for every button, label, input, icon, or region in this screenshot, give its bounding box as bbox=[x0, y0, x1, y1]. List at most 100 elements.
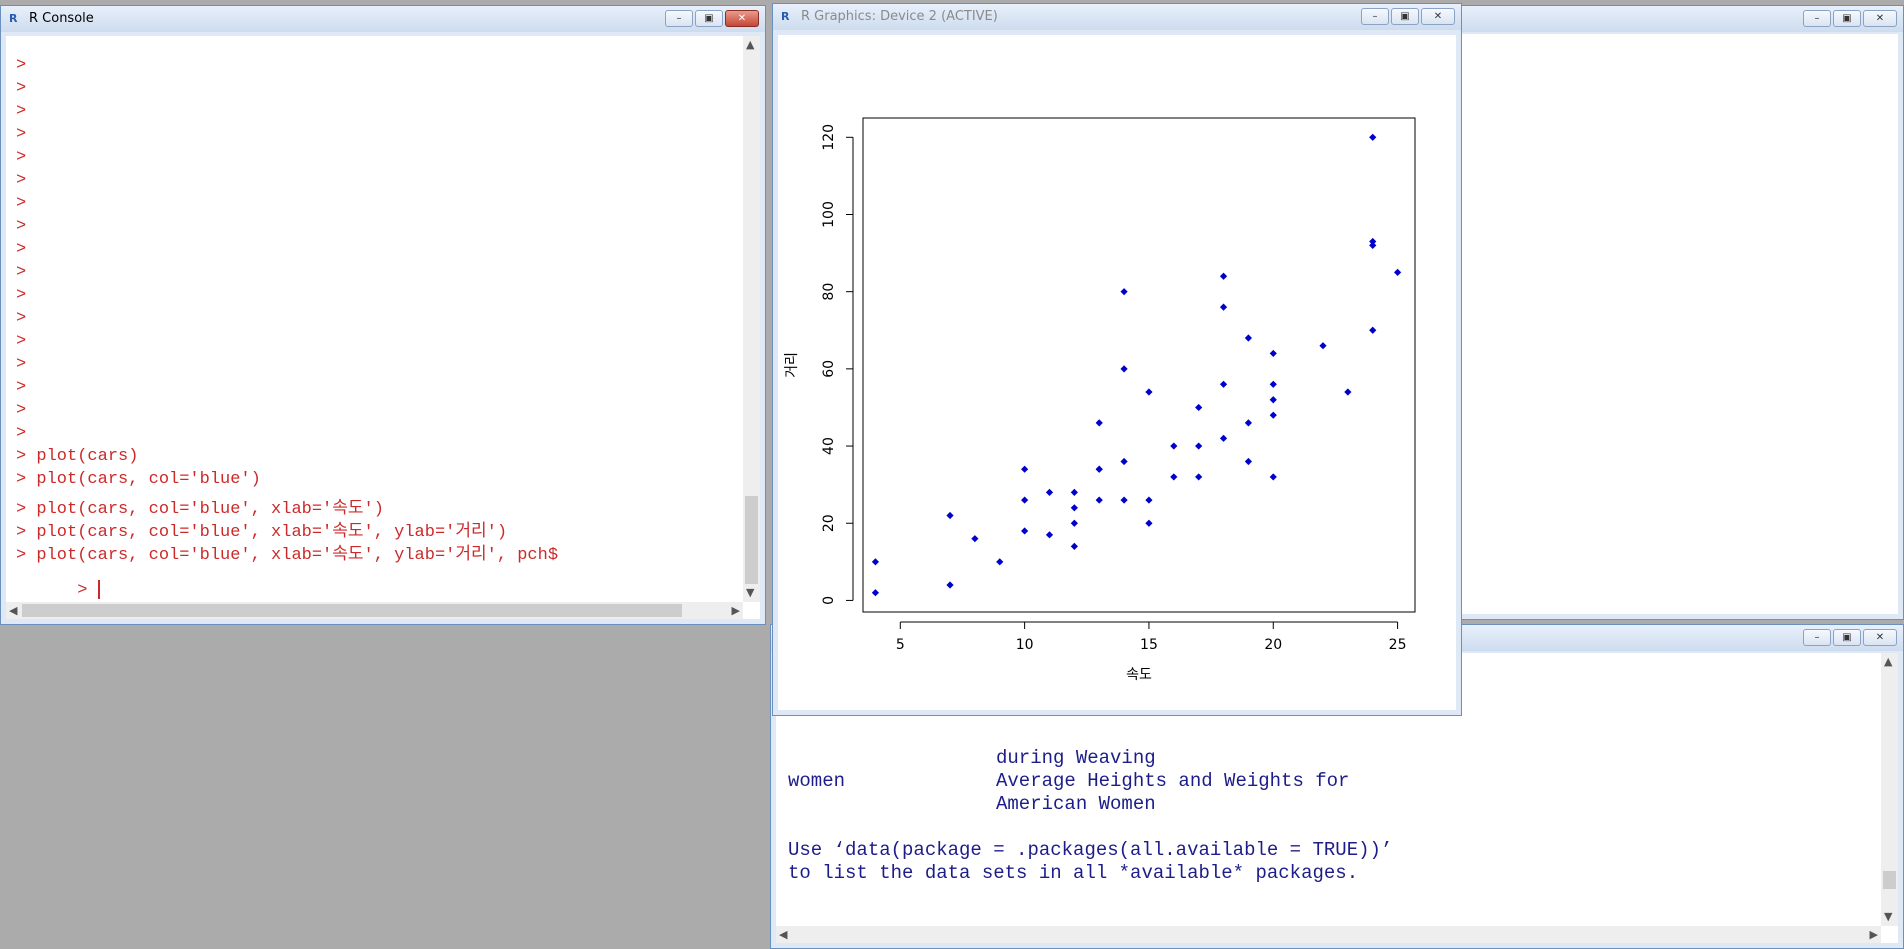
data-point bbox=[1219, 380, 1228, 388]
close-button[interactable]: ✕ bbox=[1421, 8, 1455, 25]
minimize-button[interactable]: – bbox=[1803, 10, 1831, 27]
x-tick-label: 10 bbox=[1016, 637, 1034, 653]
data-point bbox=[1244, 419, 1253, 427]
minimize-icon: – bbox=[1814, 632, 1820, 643]
data-point bbox=[1120, 288, 1128, 296]
scroll-up-icon[interactable]: ▲ bbox=[1884, 656, 1892, 668]
console-prompt-line: > bbox=[16, 171, 27, 190]
data-point bbox=[1219, 303, 1228, 311]
data-point bbox=[1021, 465, 1029, 473]
minimize-button[interactable]: – bbox=[1361, 8, 1389, 25]
data-point bbox=[1170, 473, 1178, 481]
close-icon: ✕ bbox=[1875, 13, 1885, 24]
data-point bbox=[1070, 488, 1078, 496]
r-console-title: R Console bbox=[29, 11, 94, 26]
scroll-left-icon[interactable]: ◀ bbox=[779, 929, 787, 941]
y-tick-label: 120 bbox=[821, 124, 837, 151]
console-vertical-scrollbar[interactable]: ▲ ▼ bbox=[743, 36, 760, 602]
close-icon: ✕ bbox=[737, 13, 747, 24]
data-point bbox=[1269, 380, 1277, 388]
r-graphics-controls: – ▣ ✕ bbox=[1361, 8, 1455, 25]
scroll-down-icon[interactable]: ▼ bbox=[1884, 911, 1892, 923]
background-window-controls: – ▣ ✕ bbox=[1803, 10, 1897, 27]
data-point bbox=[1120, 365, 1128, 373]
scatter-plot: 5 10 15 20 25 0 20 40 60 80 100 120 속도 거리 bbox=[784, 117, 1416, 683]
console-prompt-line: > bbox=[16, 378, 27, 397]
data-point bbox=[1070, 542, 1078, 550]
data-point bbox=[1145, 519, 1153, 527]
data-point bbox=[1319, 342, 1327, 350]
console-prompt-line: > bbox=[16, 194, 27, 213]
close-button[interactable]: ✕ bbox=[725, 10, 759, 27]
r-console-controls: – ▣ ✕ bbox=[665, 10, 759, 27]
x-tick-label: 5 bbox=[896, 637, 905, 653]
maximize-button[interactable]: ▣ bbox=[1391, 8, 1419, 25]
horizontal-scroll-thumb[interactable] bbox=[22, 604, 682, 617]
help-vertical-scrollbar[interactable]: ▲ ▼ bbox=[1881, 653, 1898, 926]
data-point bbox=[996, 558, 1004, 566]
x-tick-label: 20 bbox=[1264, 637, 1282, 653]
data-point bbox=[946, 511, 954, 520]
minimize-button[interactable]: – bbox=[1803, 629, 1831, 646]
r-logo-icon: R bbox=[9, 12, 18, 25]
maximize-button[interactable]: ▣ bbox=[1833, 629, 1861, 646]
console-prompt-line: > bbox=[16, 401, 27, 420]
maximize-button[interactable]: ▣ bbox=[695, 10, 723, 27]
console-horizontal-scrollbar[interactable]: ◀ ▶ bbox=[6, 602, 743, 619]
console-text-area[interactable]: > > > > > > > > > > > > > > > > > > plot(cars) > plot(cars… bbox=[6, 36, 760, 619]
maximize-button[interactable]: ▣ bbox=[1833, 10, 1861, 27]
y-tick-label: 40 bbox=[821, 437, 837, 455]
data-point bbox=[1095, 496, 1103, 504]
data-point bbox=[1269, 411, 1277, 419]
r-graphics-window[interactable]: R R Graphics: Device 2 (ACTIVE) – ▣ ✕ 5 1… bbox=[772, 3, 1462, 716]
data-point bbox=[1145, 388, 1153, 396]
help-window-controls: – ▣ ✕ bbox=[1803, 629, 1897, 646]
data-point bbox=[1095, 419, 1103, 427]
data-point bbox=[1021, 496, 1029, 504]
console-prompt-line: > bbox=[16, 79, 27, 98]
data-point bbox=[1195, 473, 1203, 481]
r-console-window[interactable]: R R Console – ▣ ✕ > > > > > > > > > > > > > > > > > > plo… bbox=[0, 5, 766, 625]
close-button[interactable]: ✕ bbox=[1863, 629, 1897, 646]
x-axis-label: 속도 bbox=[1126, 667, 1152, 683]
scroll-thumb[interactable] bbox=[1883, 871, 1896, 889]
data-point bbox=[1070, 519, 1078, 527]
data-point bbox=[1120, 496, 1128, 504]
r-graphics-title: R Graphics: Device 2 (ACTIVE) bbox=[801, 9, 998, 24]
data-point bbox=[1369, 326, 1377, 334]
data-point bbox=[1219, 272, 1228, 280]
help-line-5: to list the data sets in all *available*… bbox=[788, 862, 1359, 884]
y-tick-label: 100 bbox=[821, 201, 837, 228]
maximize-icon: ▣ bbox=[1400, 11, 1410, 22]
help-horizontal-scrollbar[interactable]: ◀ ▶ bbox=[776, 926, 1881, 943]
scroll-thumb[interactable] bbox=[745, 496, 758, 584]
data-point bbox=[1269, 473, 1277, 481]
r-console-titlebar[interactable] bbox=[1, 6, 765, 32]
minimize-button[interactable]: – bbox=[665, 10, 693, 27]
console-prompt-line: > bbox=[16, 56, 27, 75]
console-prompt-line: > bbox=[16, 355, 27, 374]
data-point bbox=[946, 581, 954, 589]
console-prompt: > bbox=[77, 580, 98, 600]
minimize-icon: – bbox=[676, 13, 682, 24]
maximize-icon: ▣ bbox=[704, 13, 714, 24]
help-line-2-desc: Average Heights and Weights for bbox=[996, 770, 1350, 792]
scroll-right-icon[interactable]: ▶ bbox=[732, 605, 740, 617]
help-line-2-name: women bbox=[788, 770, 846, 792]
close-button[interactable]: ✕ bbox=[1863, 10, 1897, 27]
y-axis-label: 거리 bbox=[784, 352, 800, 378]
scroll-up-icon[interactable]: ▲ bbox=[746, 39, 754, 51]
r-logo-icon: R bbox=[781, 10, 790, 23]
console-prompt-line: > bbox=[16, 240, 27, 259]
data-point bbox=[1120, 457, 1128, 466]
help-line-3: American Women bbox=[996, 793, 1156, 815]
scroll-down-icon[interactable]: ▼ bbox=[746, 587, 754, 599]
data-point bbox=[1145, 496, 1153, 504]
console-prompt-line: > bbox=[16, 263, 27, 282]
scroll-right-icon[interactable]: ▶ bbox=[1870, 929, 1878, 941]
scroll-left-icon[interactable]: ◀ bbox=[9, 605, 17, 617]
close-icon: ✕ bbox=[1433, 11, 1443, 22]
data-point bbox=[971, 535, 979, 543]
data-point bbox=[871, 589, 880, 597]
console-command-line: > plot(cars) bbox=[16, 447, 139, 466]
